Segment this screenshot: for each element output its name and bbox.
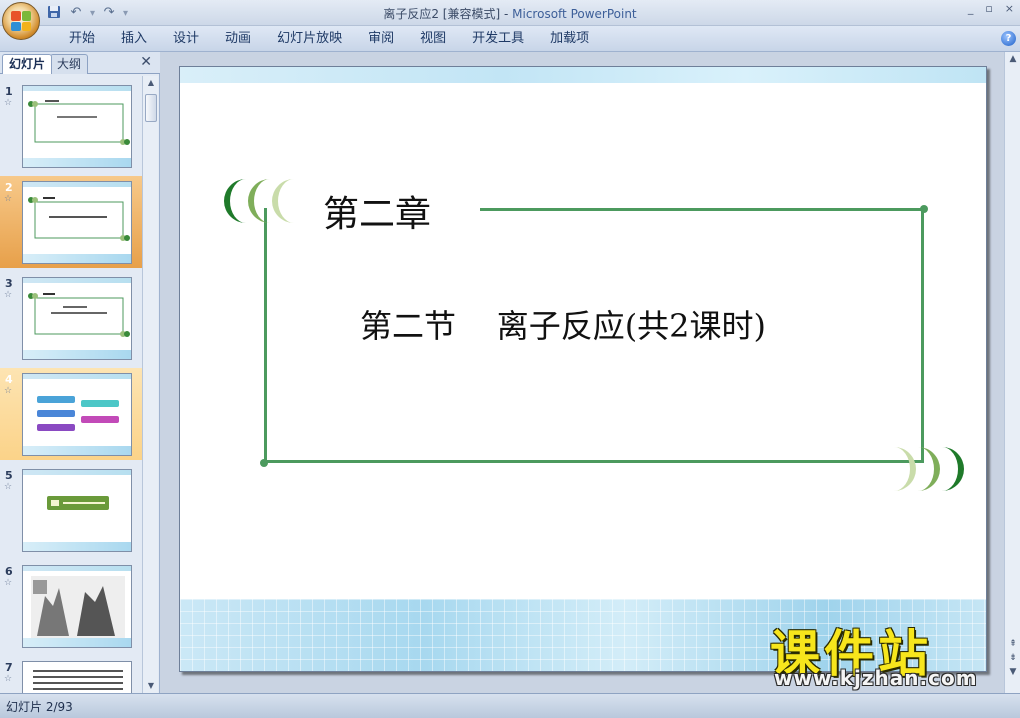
pane-tabs: 幻灯片 大纲 ✕	[0, 52, 160, 74]
star-icon: ☆	[4, 386, 13, 396]
tab-insert[interactable]: 插入	[108, 31, 160, 49]
slide-thumbnail[interactable]: 6 ☆	[0, 560, 142, 652]
slide-number: 1	[5, 85, 13, 98]
scroll-up-icon[interactable]: ▲	[143, 76, 159, 90]
star-icon: ☆	[4, 578, 13, 588]
ribbon-tabs: 开始 插入 设计 动画 幻灯片放映 审阅 视图 开发工具 加载项	[56, 31, 602, 49]
tab-view[interactable]: 视图	[407, 31, 459, 49]
tab-design[interactable]: 设计	[160, 31, 212, 49]
slide-number: 5	[5, 469, 13, 482]
slide-thumbnail[interactable]: 1 ☆	[0, 80, 142, 172]
left-crescent-icon	[224, 179, 294, 223]
minimize-button[interactable]: _	[968, 2, 974, 15]
title-bar: ↶ ▾ ↷ ▾ 离子反应2 [兼容模式] - Microsoft PowerPo…	[0, 0, 1020, 26]
star-icon: ☆	[4, 674, 13, 684]
slide-preview	[22, 469, 132, 552]
scrollbar-thumb[interactable]	[145, 94, 157, 122]
slide-preview	[22, 373, 132, 456]
tab-review[interactable]: 审阅	[355, 31, 407, 49]
slide-thumbnail[interactable]: 4 ☆	[0, 368, 142, 460]
tab-slide-show[interactable]: 幻灯片放映	[264, 31, 355, 49]
current-slide[interactable]: 第二章 第二节 离子反应(共2课时)	[179, 66, 987, 672]
slide-preview	[22, 661, 132, 693]
slide-number: 2	[5, 181, 13, 194]
window-title: 离子反应2 [兼容模式] - Microsoft PowerPoint	[0, 5, 1020, 22]
slide-thumbnail[interactable]: 5 ☆	[0, 464, 142, 556]
frame-corner-dot	[260, 459, 268, 467]
tab-animations[interactable]: 动画	[212, 31, 264, 49]
section-title[interactable]: 第二节 离子反应(共2课时)	[360, 301, 766, 347]
slide-preview	[22, 277, 132, 360]
slide-number: 4	[5, 373, 13, 386]
tab-add-ins[interactable]: 加载项	[537, 31, 602, 49]
tab-developer[interactable]: 开发工具	[459, 31, 537, 49]
tab-outline[interactable]: 大纲	[50, 54, 89, 74]
close-button[interactable]: ×	[1005, 2, 1014, 15]
right-crescent-icon	[894, 447, 964, 491]
slide-scrollbar[interactable]: ▲ ⇞ ⇟ ▼	[1004, 52, 1020, 693]
slides-pane: 幻灯片 大纲 ✕ 1 ☆ 2 ☆ 3 ☆ 4 ☆ 5 ☆ 6 ☆ 7 ☆ ▲ ▼	[0, 52, 160, 693]
document-title: 离子反应2 [兼容模式] -	[383, 7, 513, 21]
star-icon: ☆	[4, 482, 13, 492]
ribbon: 开始 插入 设计 动画 幻灯片放映 审阅 视图 开发工具 加载项 ?	[0, 26, 1020, 52]
star-icon: ☆	[4, 98, 13, 108]
application-name: Microsoft PowerPoint	[512, 7, 637, 21]
slide-thumbnail-selected[interactable]: 2 ☆	[0, 176, 142, 268]
frame-top-line	[480, 208, 924, 211]
chapter-title[interactable]: 第二章	[323, 185, 431, 237]
slide-preview	[22, 565, 132, 648]
watermark-logo: 课件站 www.kjzhan.com	[770, 614, 1010, 694]
scroll-up-icon[interactable]: ▲	[1005, 52, 1020, 66]
slide-thumbnail[interactable]: 7 ☆	[0, 656, 142, 693]
window-controls: _ ▫ ×	[968, 2, 1014, 15]
tab-home[interactable]: 开始	[56, 31, 108, 49]
watermark-url: www.kjzhan.com	[774, 666, 978, 690]
help-icon[interactable]: ?	[1001, 31, 1016, 46]
restore-button[interactable]: ▫	[985, 2, 992, 15]
slide-number: 7	[5, 661, 13, 674]
slide-number: 6	[5, 565, 13, 578]
thumbnail-scrollbar[interactable]: ▲ ▼	[142, 76, 158, 693]
slide-preview	[22, 85, 132, 168]
status-bar: 幻灯片 2/93	[0, 693, 1020, 718]
slide-number: 3	[5, 277, 13, 290]
frame-corner-dot	[920, 205, 928, 213]
star-icon: ☆	[4, 194, 13, 204]
tab-slides[interactable]: 幻灯片	[2, 54, 53, 74]
star-icon: ☆	[4, 290, 13, 300]
slide-preview	[22, 181, 132, 264]
close-pane-icon[interactable]: ✕	[140, 54, 152, 70]
office-logo-icon	[11, 11, 31, 31]
slide-counter: 幻灯片 2/93	[6, 700, 73, 714]
office-button[interactable]	[2, 2, 40, 40]
slide-editing-area: 第二章 第二节 离子反应(共2课时)	[161, 52, 1004, 693]
decorative-band-top	[180, 67, 986, 83]
slide-thumbnail[interactable]: 3 ☆	[0, 272, 142, 364]
scroll-down-icon[interactable]: ▼	[143, 679, 159, 693]
slide-thumbnail-list: 1 ☆ 2 ☆ 3 ☆ 4 ☆ 5 ☆ 6 ☆ 7 ☆	[0, 76, 142, 693]
